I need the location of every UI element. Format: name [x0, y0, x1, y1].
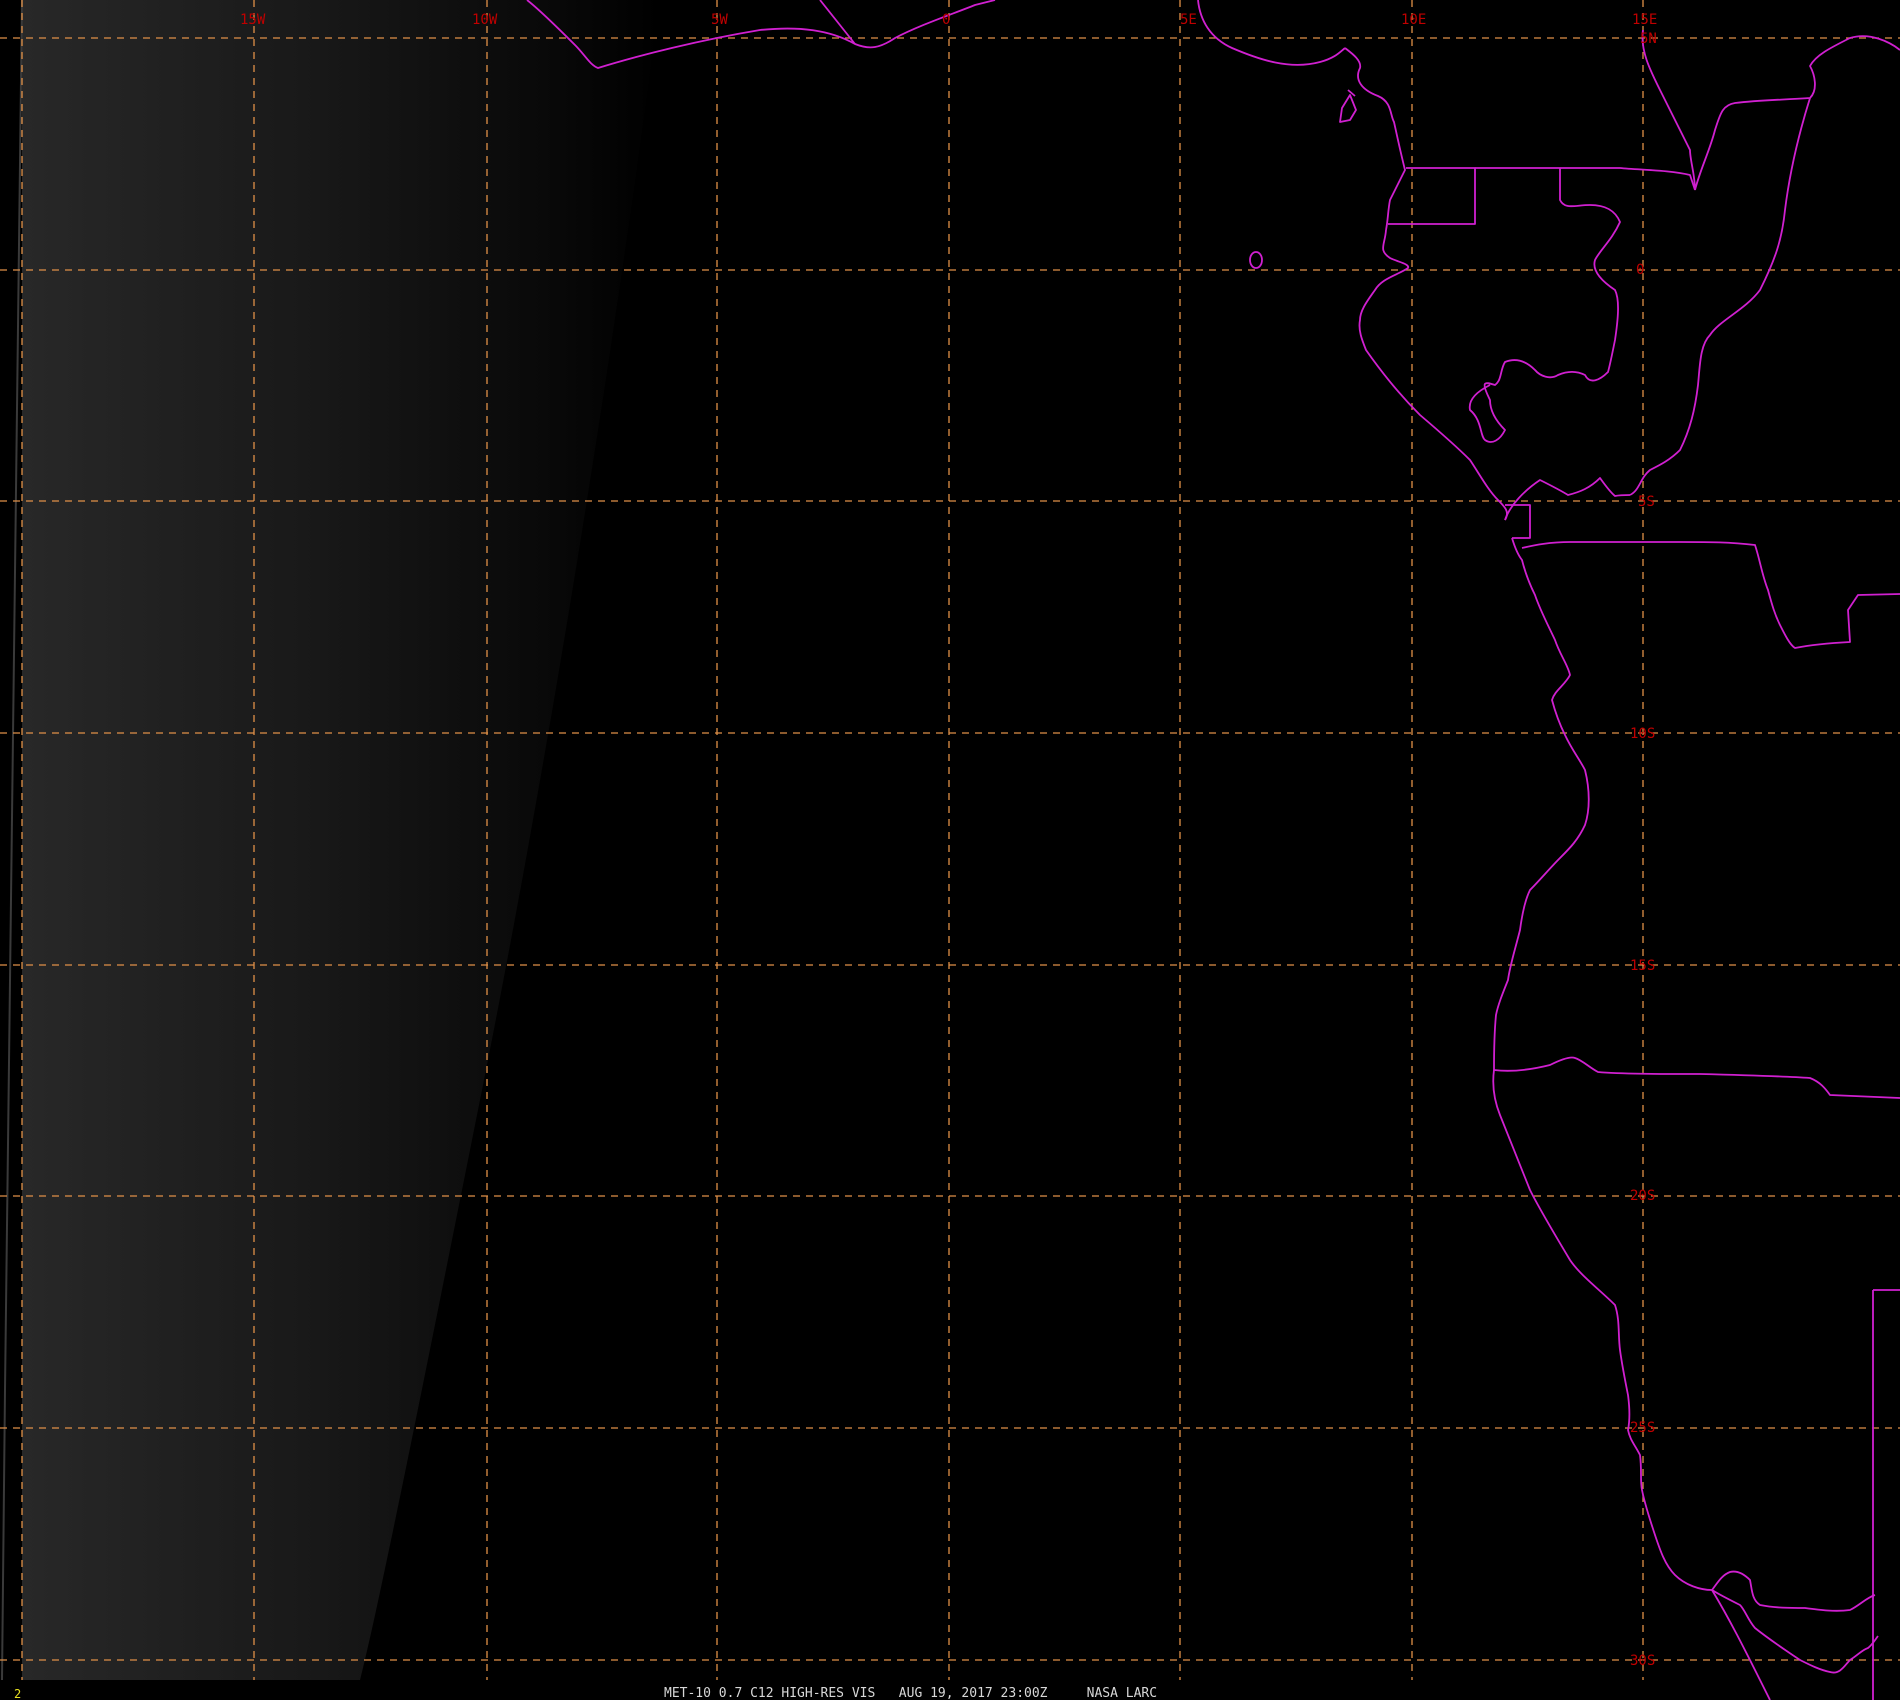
lon-label-15e: 15E — [1632, 12, 1657, 28]
lon-label-0: 0 — [942, 12, 950, 28]
lat-label-15s: 15S — [1630, 958, 1655, 974]
lon-label-5e: 5E — [1180, 12, 1197, 28]
lat-label-25s: 25S — [1630, 1420, 1655, 1436]
lon-label-10e: 10E — [1401, 12, 1426, 28]
satellite-image-view: 15W 10W 5W 0 5E 10E 15E 5N 0 5S 10S 15S … — [0, 0, 1900, 1700]
lat-label-5s: 5S — [1638, 494, 1655, 510]
frame-number: 2 — [14, 1687, 21, 1700]
lon-label-5w: 5W — [711, 12, 728, 28]
lat-label-20s: 20S — [1630, 1188, 1655, 1204]
lon-label-10w: 10W — [472, 12, 498, 28]
lat-label-5n: 5N — [1640, 31, 1657, 47]
lon-label-15w: 15W — [240, 12, 266, 28]
image-caption: MET-10 0.7 C12 HIGH-RES VIS AUG 19, 2017… — [664, 1686, 1157, 1700]
lat-label-0: 0 — [1636, 262, 1644, 278]
lat-label-30s: 30S — [1630, 1653, 1655, 1669]
lat-label-10s: 10S — [1630, 726, 1655, 742]
